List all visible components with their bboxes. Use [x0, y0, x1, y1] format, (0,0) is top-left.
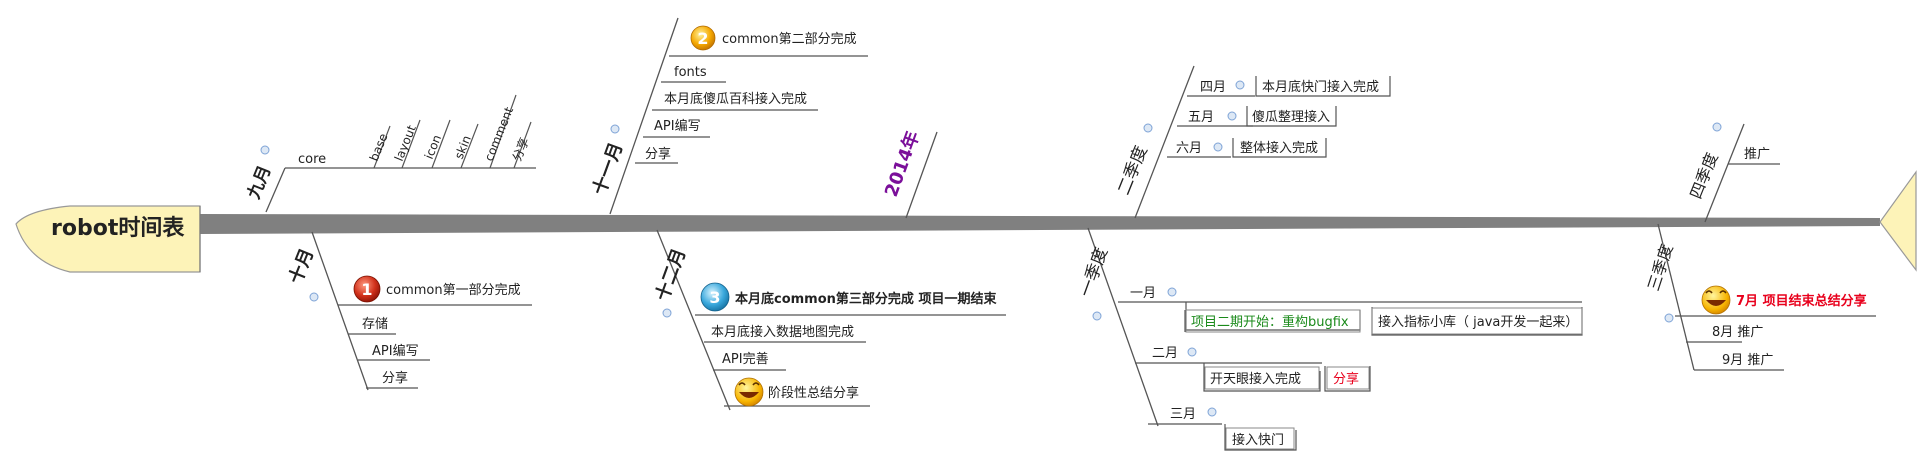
branch-q4: 四季度 推广	[1686, 122, 1780, 223]
collapse-icon[interactable]	[662, 308, 672, 318]
sep-item-share[interactable]: 分享	[509, 135, 532, 163]
sep-item-skin[interactable]: skin	[452, 133, 474, 161]
laugh-icon	[1701, 285, 1731, 315]
branch-label-september: 九月	[244, 163, 276, 203]
year-label: 2014年	[880, 128, 924, 200]
q2-month-april[interactable]: 四月	[1200, 80, 1226, 95]
branch-december: 十二月 3 本月底common第三部分完成 项目一期结束 本月底接入数据地图完成…	[651, 229, 1006, 411]
oct-item-common1[interactable]: common第一部分完成	[386, 283, 521, 298]
q3-item-july[interactable]: 7月 项目结束总结分享	[1736, 293, 1867, 309]
nov-item-fonts[interactable]: fonts	[674, 65, 707, 80]
collapse-icon[interactable]	[1187, 347, 1197, 357]
diagram-canvas: robot时间表 九月 core base layout icon skin c…	[15, 17, 1917, 451]
branch-label-december: 十二月	[651, 245, 690, 303]
svg-text:2: 2	[697, 29, 708, 48]
q3-item-sep[interactable]: 9月 推广	[1722, 353, 1773, 368]
q1-task-mar-1[interactable]: 接入快门	[1232, 432, 1284, 448]
collapse-icon[interactable]	[1207, 407, 1217, 417]
collapse-icon[interactable]	[1664, 313, 1674, 323]
branch-october: 十月 1 common第一部分完成 存储 API编写 分享	[284, 231, 532, 391]
dec-item-common3[interactable]: 本月底common第三部分完成 项目一期结束	[735, 291, 997, 307]
q1-month-mar[interactable]: 三月	[1170, 407, 1196, 422]
q1-task-jan-2[interactable]: 接入指标小库（ java开发一起来）	[1378, 314, 1578, 330]
branch-year: 2014年	[880, 128, 938, 219]
oct-item-share[interactable]: 分享	[382, 370, 408, 386]
branch-q2: 二季度 四月 本月底快门接入完成 五月 傻瓜整理接入 六月 整体接入完成	[1114, 65, 1391, 219]
branch-q1: 一季度 一月 项目二期开始：重构bugfix 接入指标小库（ java开发一起来…	[1076, 227, 1583, 451]
svg-text:3: 3	[709, 288, 720, 307]
head-node[interactable]: robot时间表	[15, 205, 201, 273]
branch-september: 九月 core base layout icon skin comment 分享	[244, 94, 536, 213]
oct-item-storage[interactable]: 存储	[362, 317, 388, 332]
laugh-icon	[734, 377, 764, 407]
collapse-icon[interactable]	[1235, 80, 1245, 90]
svg-text:1: 1	[361, 280, 372, 299]
sep-item-layout[interactable]: layout	[392, 123, 419, 163]
nov-item-baike[interactable]: 本月底傻瓜百科接入完成	[664, 91, 807, 107]
q3-item-aug[interactable]: 8月 推广	[1712, 325, 1763, 340]
sep-item-icon[interactable]: icon	[422, 133, 444, 161]
collapse-icon[interactable]	[1092, 311, 1102, 321]
priority-2-icon: 2	[690, 25, 716, 51]
head-title: robot时间表	[51, 216, 185, 241]
priority-1-icon: 1	[353, 275, 381, 303]
collapse-icon[interactable]	[260, 145, 270, 155]
priority-3-icon: 3	[700, 282, 730, 312]
oct-item-api[interactable]: API编写	[372, 344, 419, 359]
branch-label-october: 十月	[284, 245, 318, 287]
branch-label-q3: 三季度	[1644, 242, 1677, 294]
q1-task-jan-1[interactable]: 项目二期开始：重构bugfix	[1191, 314, 1349, 330]
nov-item-api[interactable]: API编写	[654, 119, 701, 134]
branch-q3: 三季度 7月 项目结束总结分享 8月 推广 9月 推广	[1644, 223, 1876, 371]
q2-month-june[interactable]: 六月	[1176, 141, 1202, 156]
q1-task-feb-1[interactable]: 开天眼接入完成	[1210, 371, 1301, 387]
branch-label-november: 十一月	[588, 139, 627, 197]
q1-task-feb-2[interactable]: 分享	[1333, 371, 1359, 387]
q2-task-may[interactable]: 傻瓜整理接入	[1252, 109, 1330, 125]
spine-line	[200, 214, 1880, 234]
q1-month-jan[interactable]: 一月	[1130, 286, 1156, 301]
dec-item-api[interactable]: API完善	[722, 351, 769, 367]
dec-item-datamap[interactable]: 本月底接入数据地图完成	[711, 324, 854, 340]
nov-item-common2[interactable]: common第二部分完成	[722, 32, 857, 47]
q4-item-promote[interactable]: 推广	[1744, 147, 1770, 162]
sep-item-base[interactable]: base	[367, 131, 391, 163]
collapse-icon[interactable]	[1227, 111, 1237, 121]
collapse-icon[interactable]	[309, 292, 319, 302]
sep-item-core[interactable]: core	[298, 152, 326, 167]
collapse-icon[interactable]	[1712, 122, 1722, 132]
q2-month-may[interactable]: 五月	[1188, 110, 1214, 125]
collapse-icon[interactable]	[1143, 123, 1153, 133]
collapse-icon[interactable]	[1213, 142, 1223, 152]
fishbone-diagram: robot时间表 九月 core base layout icon skin c…	[0, 0, 1931, 472]
branch-november: 十一月 2 common第二部分完成 fonts 本月底傻瓜百科接入完成 API…	[588, 17, 868, 215]
collapse-icon[interactable]	[610, 124, 620, 134]
q1-month-feb[interactable]: 二月	[1152, 346, 1178, 361]
dec-item-summary[interactable]: 阶段性总结分享	[768, 385, 859, 401]
q2-task-april[interactable]: 本月底快门接入完成	[1262, 79, 1379, 95]
q2-task-june[interactable]: 整体接入完成	[1240, 140, 1318, 156]
nov-item-share[interactable]: 分享	[645, 146, 671, 162]
tail-node[interactable]	[1879, 170, 1917, 272]
branch-label-q1: 一季度	[1076, 245, 1112, 300]
collapse-icon[interactable]	[1167, 287, 1177, 297]
